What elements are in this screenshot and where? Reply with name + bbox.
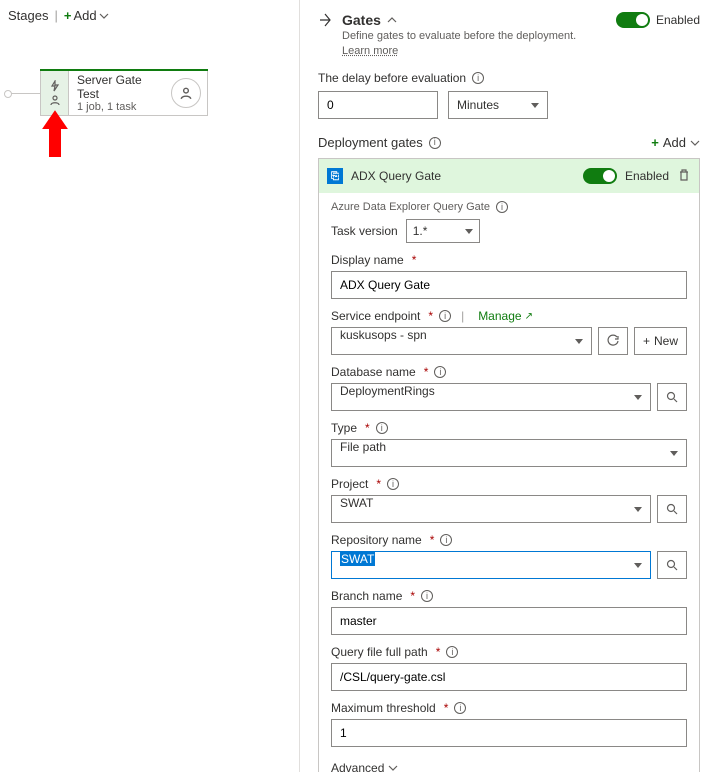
search-icon <box>666 391 678 403</box>
type-select[interactable]: File path <box>331 439 687 467</box>
gate-enabled-label: Enabled <box>625 169 669 183</box>
annotation-arrow <box>38 108 72 161</box>
gates-icon <box>318 12 334 28</box>
endpoint-label: Service endpoint <box>331 309 420 323</box>
info-icon[interactable]: i <box>496 201 508 213</box>
stage-body[interactable]: Server Gate Test 1 job, 1 task <box>69 69 171 117</box>
task-version-select[interactable]: 1.* <box>406 219 480 243</box>
search-button[interactable] <box>657 551 687 579</box>
query-label: Query file full path <box>331 645 428 659</box>
gate-subtitle: Azure Data Explorer Query Gate <box>331 201 490 213</box>
info-icon[interactable]: i <box>376 422 388 434</box>
connector-line <box>8 93 40 94</box>
chevron-down-icon <box>388 763 398 772</box>
display-name-input[interactable] <box>331 271 687 299</box>
stage-title: Server Gate Test <box>77 73 163 101</box>
panel-title: Gates <box>342 12 381 28</box>
max-input[interactable] <box>331 719 687 747</box>
add-gate-button[interactable]: + Add <box>651 135 700 150</box>
refresh-icon <box>606 334 620 348</box>
delay-label: The delay before evaluation <box>318 71 466 85</box>
info-icon[interactable]: i <box>446 646 458 658</box>
refresh-button[interactable] <box>598 327 628 355</box>
delay-unit-select[interactable]: Minutes <box>448 91 548 119</box>
info-icon[interactable]: i <box>421 590 433 602</box>
learn-more-link[interactable]: Learn more <box>342 45 398 57</box>
adx-logo-icon: ⎘ <box>327 168 343 184</box>
delete-gate-button[interactable] <box>677 168 691 185</box>
gate-enabled-toggle[interactable] <box>583 168 617 184</box>
search-button[interactable] <box>657 383 687 411</box>
repo-label: Repository name <box>331 533 422 547</box>
trash-icon <box>677 168 691 182</box>
info-icon[interactable]: i <box>472 72 484 84</box>
query-input[interactable] <box>331 663 687 691</box>
project-label: Project <box>331 477 368 491</box>
plus-icon: + <box>651 135 659 150</box>
lightning-icon <box>49 80 61 92</box>
new-endpoint-button[interactable]: +New <box>634 327 687 355</box>
max-label: Maximum threshold <box>331 701 436 715</box>
display-name-label: Display name <box>331 253 404 267</box>
search-icon <box>666 559 678 571</box>
database-label: Database name <box>331 365 416 379</box>
external-link-icon: ↗ <box>525 311 533 322</box>
info-icon[interactable]: i <box>439 310 451 322</box>
endpoint-select[interactable]: kuskusops - spn <box>331 327 592 355</box>
branch-label: Branch name <box>331 589 402 603</box>
gate-title: ADX Query Gate <box>351 169 575 183</box>
manage-link[interactable]: Manage↗ <box>478 309 533 323</box>
chevron-down-icon <box>690 138 700 148</box>
project-select[interactable]: SWAT <box>331 495 651 523</box>
task-version-label: Task version <box>331 224 398 238</box>
gate-card: ⎘ ADX Query Gate Enabled Azure Data Expl… <box>318 158 700 772</box>
database-select[interactable]: DeploymentRings <box>331 383 651 411</box>
info-icon[interactable]: i <box>429 137 441 149</box>
stage-subtitle: 1 job, 1 task <box>77 101 163 113</box>
branch-input[interactable] <box>331 607 687 635</box>
gates-enabled-toggle[interactable] <box>616 12 650 28</box>
chevron-up-icon[interactable] <box>387 15 397 25</box>
person-icon <box>49 94 61 106</box>
plus-icon: + <box>643 334 650 348</box>
info-icon[interactable]: i <box>434 366 446 378</box>
search-button[interactable] <box>657 495 687 523</box>
delay-value-input[interactable] <box>318 91 438 119</box>
post-deploy-conditions[interactable] <box>171 78 201 108</box>
type-label: Type <box>331 421 357 435</box>
gate-header[interactable]: ⎘ ADX Query Gate Enabled <box>319 159 699 193</box>
info-icon[interactable]: i <box>387 478 399 490</box>
deployment-gates-label: Deployment gates <box>318 135 423 150</box>
panel-desc: Define gates to evaluate before the depl… <box>342 30 576 42</box>
repo-select[interactable]: SWAT <box>331 551 651 579</box>
search-icon <box>666 503 678 515</box>
advanced-section[interactable]: Advanced <box>331 761 687 772</box>
info-icon[interactable]: i <box>440 534 452 546</box>
enabled-label: Enabled <box>656 13 700 27</box>
info-icon[interactable]: i <box>454 702 466 714</box>
person-icon <box>179 86 193 100</box>
